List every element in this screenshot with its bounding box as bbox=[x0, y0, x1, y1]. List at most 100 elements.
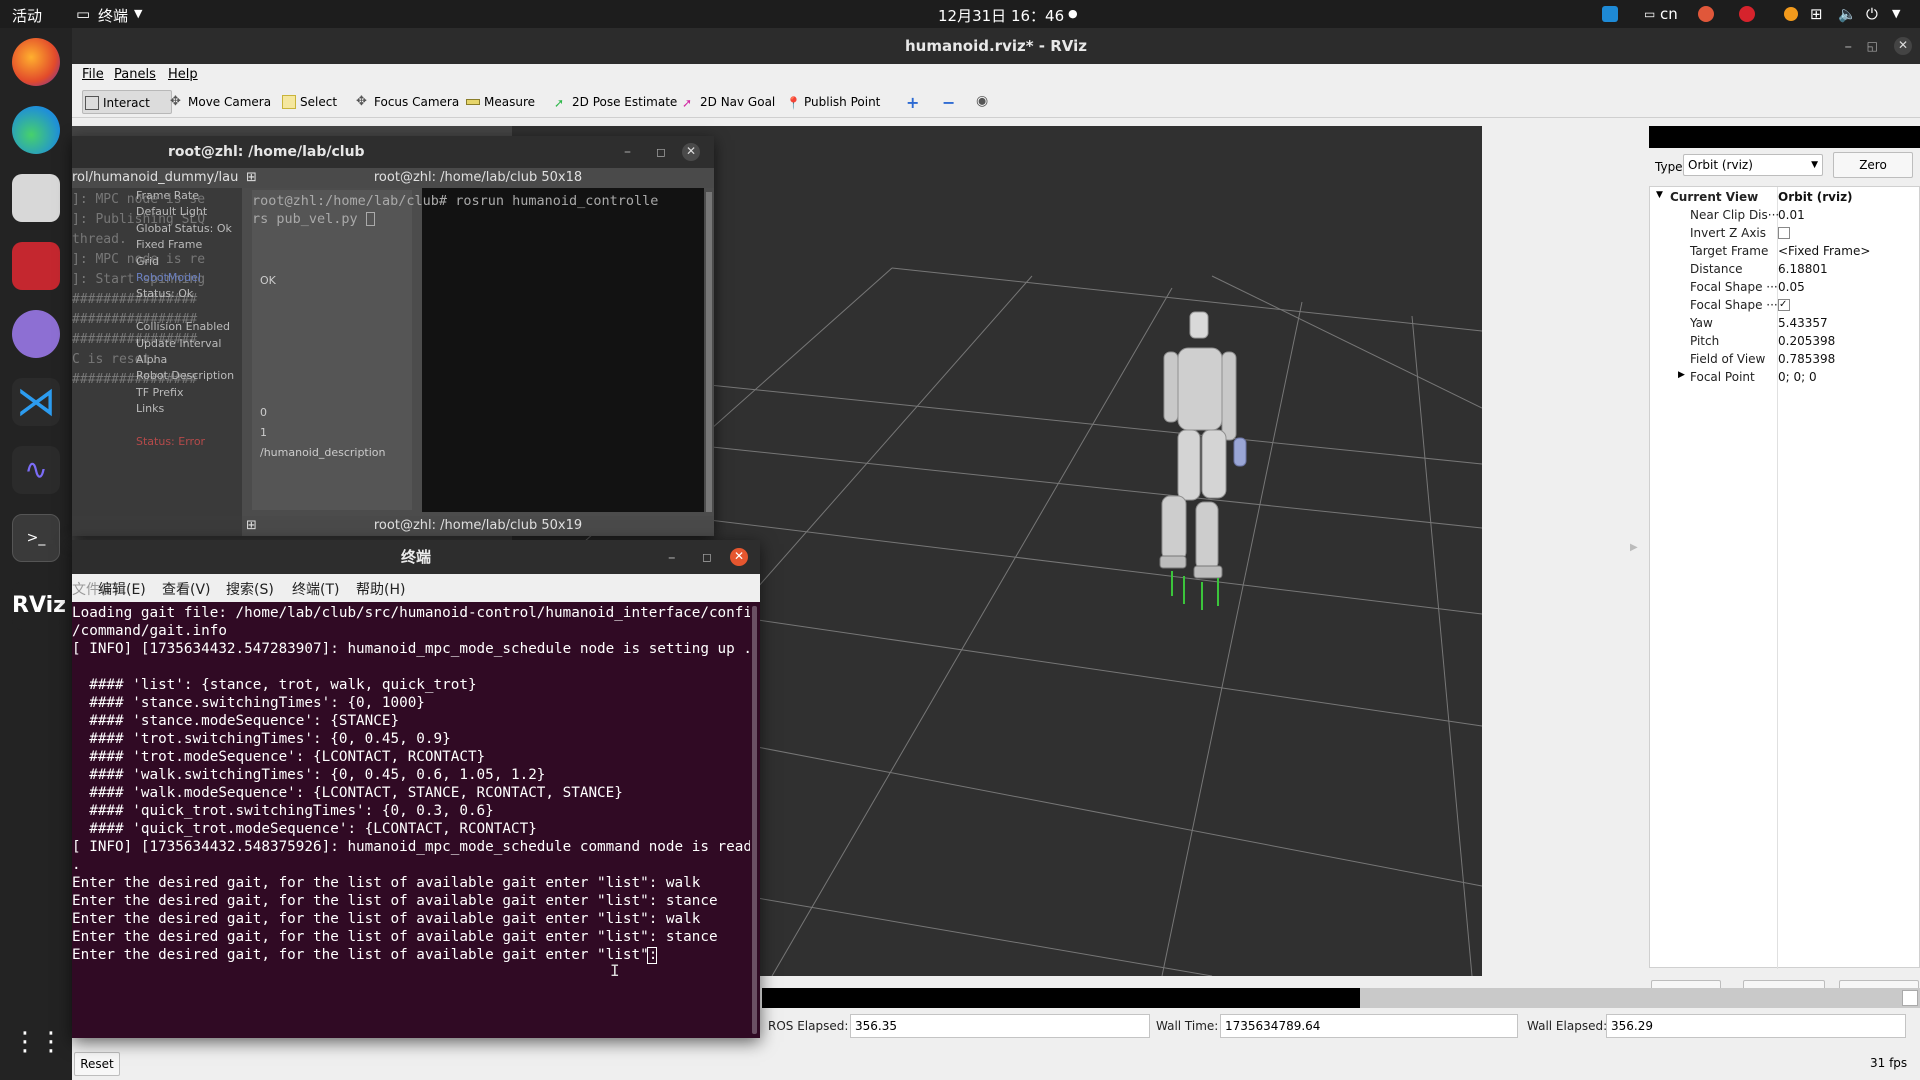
property-row[interactable]: Target Frame <Fixed Frame> bbox=[1656, 242, 1914, 260]
rviz-title-bar[interactable]: humanoid.rviz* - RViz – ◱ ✕ bbox=[72, 28, 1920, 64]
minimize-icon[interactable]: – bbox=[1845, 28, 1853, 64]
property-row[interactable]: Focal Shape ··· ✓ bbox=[1656, 296, 1914, 314]
app-tray-icon[interactable] bbox=[1602, 6, 1618, 22]
close-icon[interactable]: ✕ bbox=[1894, 37, 1912, 55]
menu-search[interactable]: 搜索(S) bbox=[226, 579, 274, 599]
collapse-arrow-icon[interactable]: ▶ bbox=[1630, 542, 1638, 553]
property-value[interactable]: 0.01 bbox=[1778, 208, 1805, 222]
tool-label: Select bbox=[300, 95, 338, 109]
text-cursor bbox=[365, 212, 375, 226]
terminal-line: Enter the desired gait, for the list of … bbox=[72, 875, 701, 891]
tool-properties-icon[interactable]: ◉ bbox=[976, 93, 988, 109]
nav-goal-tool[interactable]: ➚ 2D Nav Goal bbox=[680, 90, 775, 114]
pose-estimate-tool[interactable]: ➚ 2D Pose Estimate bbox=[552, 90, 677, 114]
property-value[interactable]: 0; 0; 0 bbox=[1778, 370, 1817, 384]
clock[interactable]: 12月31日 16：46 bbox=[938, 5, 1064, 26]
minimize-icon[interactable]: – bbox=[624, 136, 631, 168]
app-menu[interactable]: 终端 bbox=[98, 5, 128, 26]
pane-header-bottom[interactable]: ⊞ root@zhl: /home/lab/club 50x19 bbox=[242, 516, 714, 536]
wall-time-field[interactable]: 1735634789.64 bbox=[1220, 1014, 1518, 1038]
property-row[interactable]: Pitch 0.205398 bbox=[1656, 332, 1914, 350]
menu-terminal[interactable]: 终端(T) bbox=[292, 579, 339, 599]
network-icon[interactable]: ⊞ bbox=[1810, 5, 1823, 23]
plot-app-icon[interactable]: ∿ bbox=[12, 446, 60, 494]
property-value[interactable]: 0.205398 bbox=[1778, 334, 1835, 348]
remove-tool-icon[interactable]: − bbox=[942, 93, 955, 112]
wall-elapsed-field[interactable]: 356.29 bbox=[1606, 1014, 1906, 1038]
interact-tool[interactable]: Interact bbox=[82, 90, 172, 114]
input-method[interactable]: cn bbox=[1660, 5, 1678, 23]
menu-help[interactable]: Help bbox=[168, 67, 198, 82]
property-key: Focal Shape ··· bbox=[1690, 298, 1778, 312]
terminal-output[interactable]: Loading gait file: /home/lab/club/src/hu… bbox=[72, 602, 750, 1038]
view-type-select[interactable]: Orbit (rviz) ▼ bbox=[1683, 154, 1823, 176]
property-value[interactable]: <Fixed Frame> bbox=[1778, 244, 1870, 258]
maximize-icon[interactable]: ◻ bbox=[656, 136, 666, 168]
property-row[interactable]: Distance 6.18801 bbox=[1656, 260, 1914, 278]
minimize-icon[interactable]: – bbox=[668, 540, 676, 574]
close-icon[interactable]: ✕ bbox=[682, 143, 700, 161]
property-row[interactable]: Focal Shape ··· 0.05 bbox=[1656, 278, 1914, 296]
status-dot-icon[interactable] bbox=[1784, 7, 1798, 21]
property-value[interactable]: 0.785398 bbox=[1778, 352, 1835, 366]
app-icon[interactable] bbox=[12, 242, 60, 290]
vscode-icon[interactable]: ⋊ bbox=[12, 378, 60, 426]
menu-help[interactable]: 帮助(H) bbox=[356, 579, 405, 599]
power-icon[interactable]: ⏻ bbox=[1866, 5, 1878, 23]
add-tool-icon[interactable]: + bbox=[906, 93, 919, 112]
firefox-icon[interactable] bbox=[12, 38, 60, 86]
menu-file[interactable]: File bbox=[82, 67, 104, 82]
rviz-app-icon[interactable]: RViz bbox=[12, 582, 66, 630]
terminal-tab-left[interactable]: rol/humanoid_dummy/lau bbox=[72, 168, 242, 188]
invert-z-checkbox[interactable] bbox=[1778, 227, 1790, 239]
terminal-title-bar[interactable]: root@zhl: /home/lab/club – ◻ ✕ bbox=[72, 136, 714, 168]
pane-grid-icon: ⊞ bbox=[246, 170, 257, 185]
ros-elapsed-field[interactable]: 356.35 bbox=[850, 1014, 1150, 1038]
edge-browser-icon[interactable] bbox=[12, 106, 60, 154]
block-icon[interactable] bbox=[1739, 6, 1755, 22]
volume-icon[interactable]: 🔈 bbox=[1838, 5, 1857, 23]
measure-tool[interactable]: Measure bbox=[464, 90, 535, 114]
focal-shape-fixed-checkbox[interactable]: ✓ bbox=[1778, 299, 1790, 311]
reset-button[interactable]: Reset bbox=[74, 1052, 120, 1076]
chevron-down-icon[interactable]: ▼ bbox=[1892, 7, 1900, 20]
focus-camera-tool[interactable]: ✥ Focus Camera bbox=[354, 90, 459, 114]
property-value[interactable]: 0.05 bbox=[1778, 280, 1805, 294]
property-row[interactable]: Near Clip Dis··· 0.01 bbox=[1656, 206, 1914, 224]
menu-panels[interactable]: Panels bbox=[114, 67, 156, 82]
property-row[interactable]: Yaw 5.43357 bbox=[1656, 314, 1914, 332]
publish-point-tool[interactable]: 📍 Publish Point bbox=[784, 90, 880, 114]
terminal-output-area[interactable] bbox=[422, 188, 704, 512]
property-row[interactable]: ▶ Focal Point 0; 0; 0 bbox=[1656, 368, 1914, 386]
scrollbar[interactable] bbox=[752, 606, 757, 1034]
tray-app-icon[interactable] bbox=[1698, 6, 1714, 22]
activities-button[interactable]: 活动 bbox=[12, 5, 42, 26]
property-row[interactable]: Invert Z Axis bbox=[1656, 224, 1914, 242]
menu-edit[interactable]: 编辑(E) bbox=[98, 579, 146, 599]
panel-toggle-checkbox[interactable] bbox=[1902, 990, 1918, 1006]
pane-header-top[interactable]: ⊞ root@zhl: /home/lab/club 50x18 bbox=[242, 168, 714, 188]
menu-view[interactable]: 查看(V) bbox=[162, 579, 211, 599]
property-row[interactable]: Field of View 0.785398 bbox=[1656, 350, 1914, 368]
expand-arrow-icon[interactable]: ▼ bbox=[1656, 190, 1663, 200]
close-icon[interactable]: ✕ bbox=[730, 548, 748, 566]
terminal-line: [ INFO] [1735634432.548375926]: humanoid… bbox=[72, 839, 750, 855]
select-tool[interactable]: Select bbox=[280, 90, 337, 114]
terminal-icon[interactable]: >_ bbox=[12, 514, 60, 562]
maximize-icon[interactable]: ◻ bbox=[702, 540, 712, 574]
current-view-row[interactable]: ▼ Current View Orbit (rviz) bbox=[1656, 188, 1914, 206]
move-camera-tool[interactable]: ✥ Move Camera bbox=[168, 90, 271, 114]
property-value[interactable]: 6.18801 bbox=[1778, 262, 1828, 276]
terminal-line: #### 'trot.modeSequence': {LCONTACT, RCO… bbox=[72, 749, 486, 765]
zero-button[interactable]: Zero bbox=[1833, 152, 1913, 178]
property-value[interactable]: 5.43357 bbox=[1778, 316, 1828, 330]
terminal-pane-top[interactable]: OK 0 1 /humanoid_description root@zhl:/h… bbox=[242, 188, 714, 516]
cat-app-icon[interactable] bbox=[12, 310, 60, 358]
files-icon[interactable] bbox=[12, 174, 60, 222]
expand-arrow-icon[interactable]: ▶ bbox=[1678, 370, 1685, 380]
maximize-icon[interactable]: ◱ bbox=[1867, 28, 1878, 64]
show-apps-icon[interactable]: ⋮⋮⋮ bbox=[12, 1018, 90, 1066]
time-panel: ROS Elapsed: 356.35 Wall Time: 173563478… bbox=[690, 1010, 1920, 1044]
terminal-title-bar[interactable]: 终端 – ◻ ✕ bbox=[72, 540, 760, 574]
scrollbar[interactable] bbox=[706, 192, 712, 512]
